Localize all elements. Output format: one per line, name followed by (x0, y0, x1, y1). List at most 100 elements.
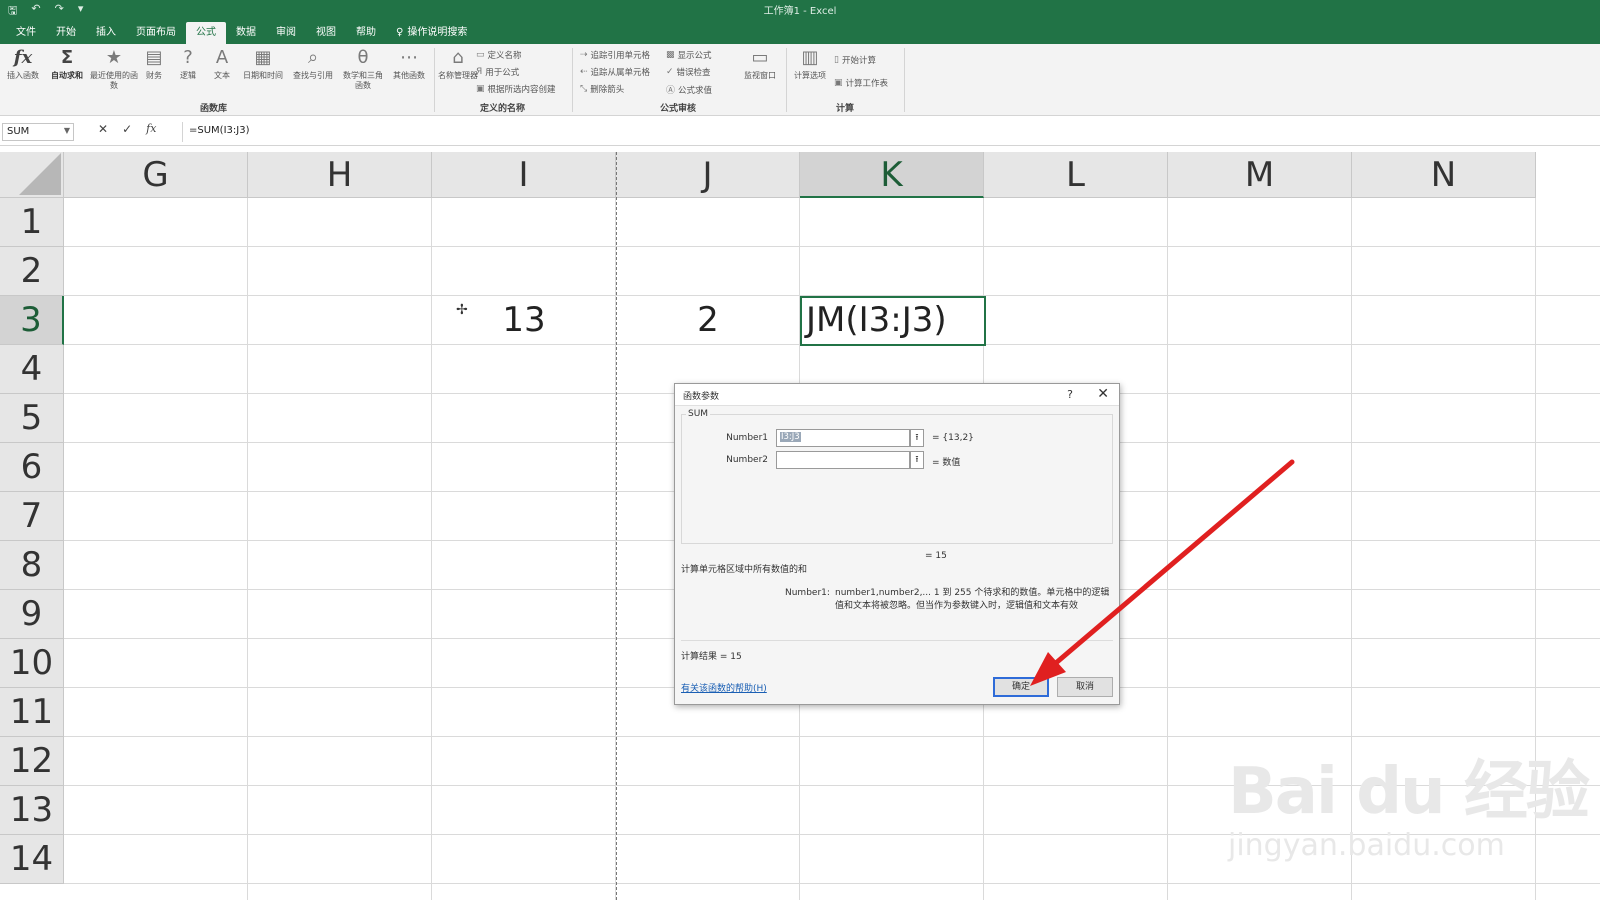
remove-arrows-button[interactable]: ⤡ 删除箭头 (580, 83, 624, 95)
result-value: 15 (730, 652, 742, 662)
column-header-N[interactable]: N (1352, 152, 1536, 198)
formula-input[interactable]: =SUM(I3:J3) (182, 122, 1600, 142)
math-trig-button[interactable]: θ 数学和三角函数 (340, 48, 386, 91)
lookup-reference-button[interactable]: ⌕ 查找与引用 (288, 48, 338, 81)
date-time-button[interactable]: ▦ 日期和时间 (238, 48, 288, 81)
tab-insert[interactable]: 插入 (86, 22, 126, 44)
number2-result: = 数值 (932, 458, 961, 468)
row-header-4[interactable]: 4 (0, 345, 64, 394)
chevron-down-icon[interactable]: ▼ (64, 126, 70, 135)
fx-icon: fx (13, 47, 33, 68)
ribbon-separator (572, 48, 573, 112)
calculation-options-button[interactable]: ▥ 计算选项 (790, 48, 830, 81)
close-icon[interactable]: ✕ (1097, 386, 1109, 402)
row-header-14[interactable]: 14 (0, 835, 64, 884)
autosum-button[interactable]: Σ 自动求和 (46, 48, 88, 81)
create-from-selection-button[interactable]: ▣ 根据所选内容创建 (476, 83, 556, 95)
column-header-G[interactable]: G (64, 152, 248, 198)
function-description: 计算单元格区域中所有数值的和 (681, 565, 808, 575)
tag-icon: ▭ (476, 50, 485, 60)
row-header-6[interactable]: 6 (0, 443, 64, 492)
define-name-button[interactable]: ▭ 定义名称 (476, 49, 522, 61)
trace-dependents-button[interactable]: ⇠ 追踪从属单元格 (580, 66, 650, 78)
row-header-12[interactable]: 12 (0, 737, 64, 786)
row-header-9[interactable]: 9 (0, 590, 64, 639)
tell-me-search[interactable]: ♀ 操作说明搜索 (386, 22, 477, 44)
function-help-link[interactable]: 有关该函数的帮助(H) (681, 681, 767, 694)
number1-label: Number1 (726, 433, 768, 443)
show-formulas-button[interactable]: ▩ 显示公式 (666, 49, 712, 61)
evaluate-formula-button[interactable]: Ⓐ 公式求值 (666, 83, 712, 97)
column-header-I[interactable]: I (432, 152, 616, 198)
row-header-5[interactable]: 5 (0, 394, 64, 443)
row-header-8[interactable]: 8 (0, 541, 64, 590)
row-header-3[interactable]: 3 (0, 296, 64, 345)
tab-view[interactable]: 视图 (306, 22, 346, 44)
collapse-dialog-icon[interactable]: ⭱ (910, 451, 924, 469)
financial-button[interactable]: ▤ 财务 (136, 48, 172, 81)
watch-window-button[interactable]: ▭ 监视窗口 (738, 48, 782, 81)
name-manager-button[interactable]: ⌂ 名称管理器 (438, 48, 478, 81)
tab-review[interactable]: 审阅 (266, 22, 306, 44)
insert-function-icon[interactable]: fx (146, 122, 156, 136)
use-in-formula-button[interactable]: Я 用于公式 (476, 66, 519, 78)
number2-input[interactable] (776, 451, 910, 469)
function-name: SUM (686, 409, 711, 419)
ribbon-tabs: 文件 开始 插入 页面布局 公式 数据 审阅 视图 帮助 ♀ 操作说明搜索 (0, 18, 1600, 44)
show-formulas-icon: ▩ (666, 50, 675, 60)
evaluate-icon: Ⓐ (666, 86, 676, 96)
tab-home[interactable]: 开始 (46, 22, 86, 44)
help-icon[interactable]: ? (1067, 388, 1073, 401)
calculate-now-button[interactable]: ▯ 开始计算 (834, 54, 876, 66)
tab-help[interactable]: 帮助 (346, 22, 386, 44)
cancel-button[interactable]: 取消 (1057, 677, 1113, 697)
financial-icon: ▤ (145, 47, 163, 68)
tab-formulas[interactable]: 公式 (186, 22, 226, 44)
row-header-7[interactable]: 7 (0, 492, 64, 541)
ribbon-separator (786, 48, 787, 112)
row-header-13[interactable]: 13 (0, 786, 64, 835)
formula-eval: = 15 (925, 551, 947, 561)
arg-help-text: number1,number2,... 1 到 255 个待求和的数值。单元格中… (835, 588, 1110, 611)
window-title: 工作簿1 - Excel (763, 6, 837, 17)
cell-J3[interactable]: 2 (616, 300, 800, 340)
row-header-1[interactable]: 1 (0, 198, 64, 247)
dialog-title: 函数参数 (675, 384, 1119, 406)
column-header-M[interactable]: M (1168, 152, 1352, 198)
active-cell-K3[interactable]: JM(I3:J3) (800, 296, 986, 346)
tab-file[interactable]: 文件 (6, 22, 46, 44)
ribbon-separator (434, 48, 435, 112)
number1-input[interactable]: I3:J3 (776, 429, 910, 447)
text-button[interactable]: A 文本 (204, 48, 240, 81)
more-functions-button[interactable]: ⋯ 其他函数 (388, 48, 430, 81)
column-header-H[interactable]: H (248, 152, 432, 198)
trace-precedents-button[interactable]: ⇢ 追踪引用单元格 (580, 49, 650, 61)
logical-button[interactable]: ? 逻辑 (170, 48, 206, 81)
tab-data[interactable]: 数据 (226, 22, 266, 44)
column-header-L[interactable]: L (984, 152, 1168, 198)
row-header-11[interactable]: 11 (0, 688, 64, 737)
remove-arrows-icon: ⤡ (580, 84, 588, 94)
error-checking-button[interactable]: ✓ 错误检查 (666, 66, 711, 78)
column-header-J[interactable]: J (616, 152, 800, 198)
recently-used-button[interactable]: ★ 最近使用的函数 (90, 48, 138, 91)
ribbon: fx 插入函数 Σ 自动求和 ★ 最近使用的函数 ▤ 财务 ? 逻辑 A 文本 ▦ 日期和时间… (0, 44, 1600, 116)
group-function-library: 函数库 (200, 104, 228, 114)
magnifier-icon: ⌕ (307, 47, 319, 68)
select-all-button[interactable] (0, 152, 64, 198)
row-header-10[interactable]: 10 (0, 639, 64, 688)
title-bar: 🖫 ↶ ↷ ▾ 工作簿1 - Excel (0, 0, 1600, 18)
arguments-group: SUM Number1 I3:J3 ⭱ = {13,2} Number2 ⭱ =… (681, 409, 1113, 544)
column-header-K[interactable]: K (800, 152, 984, 198)
collapse-dialog-icon[interactable]: ⭱ (910, 429, 924, 447)
tab-page-layout[interactable]: 页面布局 (126, 22, 186, 44)
cancel-formula-icon[interactable]: ✕ (98, 122, 108, 136)
error-check-icon: ✓ (666, 67, 674, 77)
theta-icon: θ (357, 47, 369, 68)
row-header-2[interactable]: 2 (0, 247, 64, 296)
insert-function-button[interactable]: fx 插入函数 (2, 48, 44, 81)
enter-formula-icon[interactable]: ✓ (122, 122, 132, 136)
ok-button[interactable]: 确定 (993, 677, 1049, 697)
name-box[interactable]: SUM ▼ (2, 123, 74, 141)
calculate-sheet-button[interactable]: ▣ 计算工作表 (834, 77, 888, 89)
